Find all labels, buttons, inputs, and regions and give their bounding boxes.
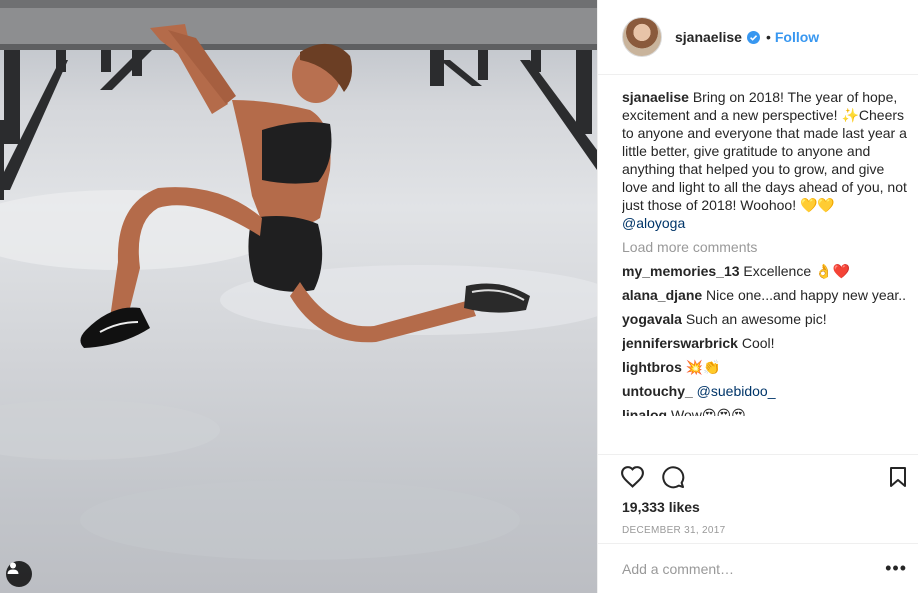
action-icons — [620, 465, 685, 492]
comments-list: sjanaelise Bring on 2018! The year of ho… — [622, 88, 912, 453]
comment-text: Such an awesome pic! — [685, 311, 827, 327]
comment-username[interactable]: lightbros — [622, 359, 682, 375]
comment-text: Cool! — [741, 335, 775, 351]
add-comment-input[interactable] — [622, 560, 886, 577]
comment-text: Nice one...and happy new year.. — [706, 287, 907, 303]
header-username[interactable]: sjanaelise — [675, 29, 742, 45]
verified-badge-icon — [746, 30, 760, 44]
likes-count[interactable]: 19,333 likes — [622, 499, 700, 515]
caption-text: Bring on 2018! The year of hope, excitem… — [622, 89, 907, 213]
comment-text: Excellence 👌❤️ — [743, 263, 850, 279]
avatar[interactable] — [622, 17, 662, 57]
heart-icon[interactable] — [620, 465, 645, 492]
separator-dot: • — [765, 29, 771, 45]
comment-item: lightbros 💥👏 — [622, 358, 912, 376]
post-actions: 19,333 likes DECEMBER 31, 2017 — [598, 454, 918, 544]
comment-username[interactable]: jenniferswarbrick — [622, 335, 738, 351]
comment-item: alana_djane Nice one...and happy new yea… — [622, 286, 912, 304]
comment-item: linalog Wow😍😍😍 — [622, 406, 912, 416]
comment-item: untouchy_ @suebidoo_ — [622, 382, 912, 400]
comment-item: yogavala Such an awesome pic! — [622, 310, 912, 328]
comment-icon[interactable] — [661, 465, 685, 492]
post-header: sjanaelise • Follow — [598, 0, 918, 75]
more-options-icon[interactable]: ••• — [885, 558, 907, 579]
load-more-comments-button[interactable]: Load more comments — [622, 238, 912, 256]
comment-mention[interactable]: @suebidoo_ — [697, 383, 776, 399]
user-tag-icon[interactable] — [6, 561, 32, 587]
comment-item: my_memories_13 Excellence 👌❤️ — [622, 262, 912, 280]
comment-username[interactable]: alana_djane — [622, 287, 702, 303]
photo-illustration — [0, 0, 597, 560]
comment-item: jenniferswarbrick Cool! — [622, 334, 912, 352]
follow-button[interactable]: Follow — [775, 29, 819, 45]
bookmark-icon[interactable] — [889, 466, 907, 491]
comment-username[interactable]: my_memories_13 — [622, 263, 740, 279]
comment-text: Wow😍😍😍 — [671, 407, 746, 416]
post-sidebar: sjanaelise • Follow sjanaelise Bring on … — [597, 0, 918, 593]
comment-username[interactable]: untouchy_ — [622, 383, 693, 399]
comment-username[interactable]: linalog — [622, 407, 667, 416]
post-date[interactable]: DECEMBER 31, 2017 — [622, 525, 725, 536]
post-photo[interactable] — [0, 0, 597, 593]
comment-text: 💥👏 — [685, 359, 721, 375]
caption-username[interactable]: sjanaelise — [622, 89, 689, 105]
add-comment-bar: ••• — [598, 543, 918, 593]
post-caption: sjanaelise Bring on 2018! The year of ho… — [622, 88, 912, 232]
comment-username[interactable]: yogavala — [622, 311, 682, 327]
caption-mention[interactable]: @aloyoga — [622, 215, 685, 231]
instagram-post: sjanaelise • Follow sjanaelise Bring on … — [0, 0, 918, 593]
